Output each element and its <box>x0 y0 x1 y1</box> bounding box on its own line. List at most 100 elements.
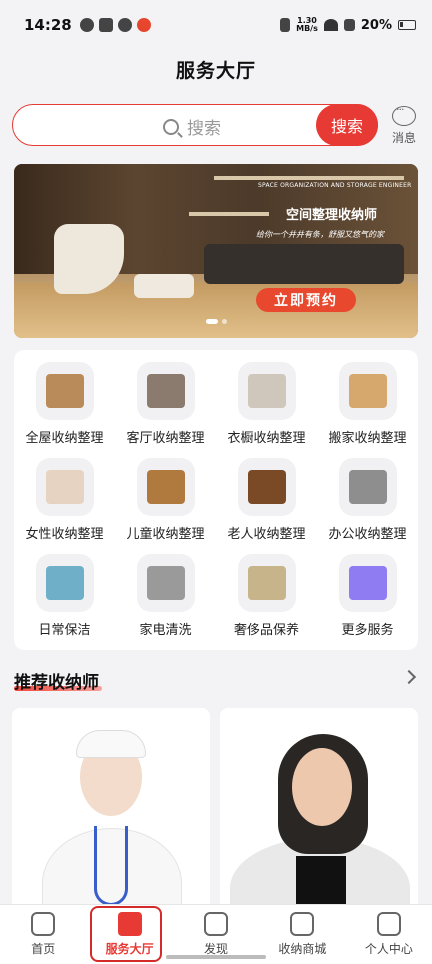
banner-subtitle: 给你一个井井有条，舒服又悠气的家 <box>256 230 384 239</box>
armchair-icon <box>146 374 185 408</box>
nav-label: 服务大厅 <box>105 942 154 956</box>
search-button[interactable]: 搜索 <box>316 104 378 146</box>
service-item[interactable]: 奢侈品保养 <box>216 554 317 650</box>
search-input[interactable]: 搜索 搜索 <box>12 104 378 146</box>
recommend-title: 推荐收纳师 <box>14 673 99 693</box>
shelf-icon <box>45 470 84 504</box>
chevron-right-icon[interactable] <box>401 669 417 685</box>
service-label: 搬家收纳整理 <box>328 431 407 446</box>
banner-sofa <box>204 244 404 284</box>
service-icon-tile <box>35 458 94 516</box>
banner-title: 空间整理收纳师 <box>286 208 378 223</box>
service-icon-tile <box>136 554 195 612</box>
service-item[interactable]: 办公收纳整理 <box>317 458 418 554</box>
cloud-icon <box>79 18 94 32</box>
nav-item-home[interactable]: 首页 <box>0 905 86 964</box>
net-speed: 1.30 MB/s <box>296 17 318 33</box>
weibo-icon <box>136 18 151 32</box>
service-label: 儿童收纳整理 <box>126 527 205 542</box>
baidu-icon <box>117 18 132 32</box>
service-icon-tile <box>338 458 397 516</box>
service-icon-tile <box>237 554 296 612</box>
home-indicator <box>166 955 266 959</box>
nav-label: 收纳商城 <box>278 942 327 956</box>
house-icon <box>45 374 84 408</box>
sim-off-icon <box>343 19 355 31</box>
home-icon <box>31 912 56 936</box>
service-item[interactable]: 儿童收纳整理 <box>115 458 216 554</box>
promo-banner[interactable]: SPACE ORGANIZATION AND STORAGE ENGINEER … <box>14 164 418 338</box>
service-label: 办公收纳整理 <box>328 527 407 542</box>
search-placeholder-text: 搜索 <box>187 119 221 139</box>
message-icon <box>392 103 416 126</box>
handbag-icon <box>247 566 286 600</box>
battery-percent: 20% <box>360 17 392 33</box>
messages-button[interactable]: 消息 <box>386 103 422 146</box>
banner-ottoman <box>134 274 194 298</box>
service-icon-tile <box>338 554 397 612</box>
wardrobe-icon <box>247 374 286 408</box>
desk-icon <box>348 470 387 504</box>
chat-icon <box>98 18 113 32</box>
teddy-bear-icon <box>146 470 185 504</box>
service-item[interactable]: 老人收纳整理 <box>216 458 317 554</box>
book-now-button[interactable]: 立即预约 <box>256 288 356 312</box>
cane-icon <box>247 470 286 504</box>
service-label: 更多服务 <box>341 623 394 638</box>
service-label: 衣橱收纳整理 <box>227 431 306 446</box>
status-right: 1.30 MB/s 20% <box>280 17 416 33</box>
service-item[interactable]: 更多服务 <box>317 554 418 650</box>
nav-item-service-hall[interactable]: 服务大厅 <box>86 905 172 964</box>
organizer-card[interactable] <box>12 708 210 918</box>
search-placeholder: 搜索 <box>163 114 221 139</box>
nav-item-person[interactable]: 个人中心 <box>346 905 432 964</box>
banner-pagination <box>206 319 227 324</box>
service-item[interactable]: 客厅收纳整理 <box>115 362 216 458</box>
service-item[interactable]: 日常保洁 <box>14 554 115 650</box>
nav-label: 首页 <box>31 942 56 956</box>
service-item[interactable]: 家电清洗 <box>115 554 216 650</box>
shopping-bag-icon <box>290 912 315 936</box>
planet-icon <box>204 912 229 936</box>
net-speed-unit: MB/s <box>296 24 318 33</box>
banner-shelf <box>189 212 269 216</box>
service-item[interactable]: 衣橱收纳整理 <box>216 362 317 458</box>
service-hall-icon <box>117 912 142 936</box>
person-icon <box>376 912 401 936</box>
appliance-icon <box>146 566 185 600</box>
service-label: 全屋收纳整理 <box>25 431 104 446</box>
service-icon-tile <box>136 362 195 420</box>
organizer-lanyard <box>94 826 128 906</box>
organizer-cap <box>76 730 146 758</box>
service-icon-tile <box>136 458 195 516</box>
messages-label: 消息 <box>391 131 416 145</box>
service-label: 老人收纳整理 <box>227 527 306 542</box>
organizer-card[interactable] <box>220 708 418 918</box>
services-grid: 全屋收纳整理 客厅收纳整理 衣橱收纳整理 搬家收纳整理女性收纳整理 儿童收纳整理 老人收纳… <box>14 350 418 650</box>
wifi-icon <box>323 19 338 31</box>
notification-icons <box>79 18 151 32</box>
service-item[interactable]: 全屋收纳整理 <box>14 362 115 458</box>
boxes-icon <box>348 374 387 408</box>
banner-shelf <box>214 176 404 180</box>
service-label: 日常保洁 <box>38 623 91 638</box>
cleaning-icon <box>45 566 84 600</box>
service-label: 家电清洗 <box>139 623 192 638</box>
nav-label: 个人中心 <box>364 942 413 956</box>
banner-dot <box>222 319 227 324</box>
battery-icon <box>398 20 416 30</box>
page-title: 服务大厅 <box>175 60 256 82</box>
vibrate-icon <box>280 18 291 32</box>
status-time: 14:28 <box>24 16 72 34</box>
service-item[interactable]: 女性收纳整理 <box>14 458 115 554</box>
status-bar: 14:28 1.30 MB/s 20% <box>0 0 432 50</box>
service-icon-tile <box>237 362 296 420</box>
nav-item-shopping-bag[interactable]: 收纳商城 <box>259 905 345 964</box>
service-item[interactable]: 搬家收纳整理 <box>317 362 418 458</box>
banner-dot-active <box>206 319 218 324</box>
search-icon <box>163 118 179 135</box>
services-grid-inner: 全屋收纳整理 客厅收纳整理 衣橱收纳整理 搬家收纳整理女性收纳整理 儿童收纳整理 老人收纳… <box>14 362 418 650</box>
service-icon-tile <box>237 458 296 516</box>
service-icon-tile <box>338 362 397 420</box>
service-label: 客厅收纳整理 <box>126 431 205 446</box>
